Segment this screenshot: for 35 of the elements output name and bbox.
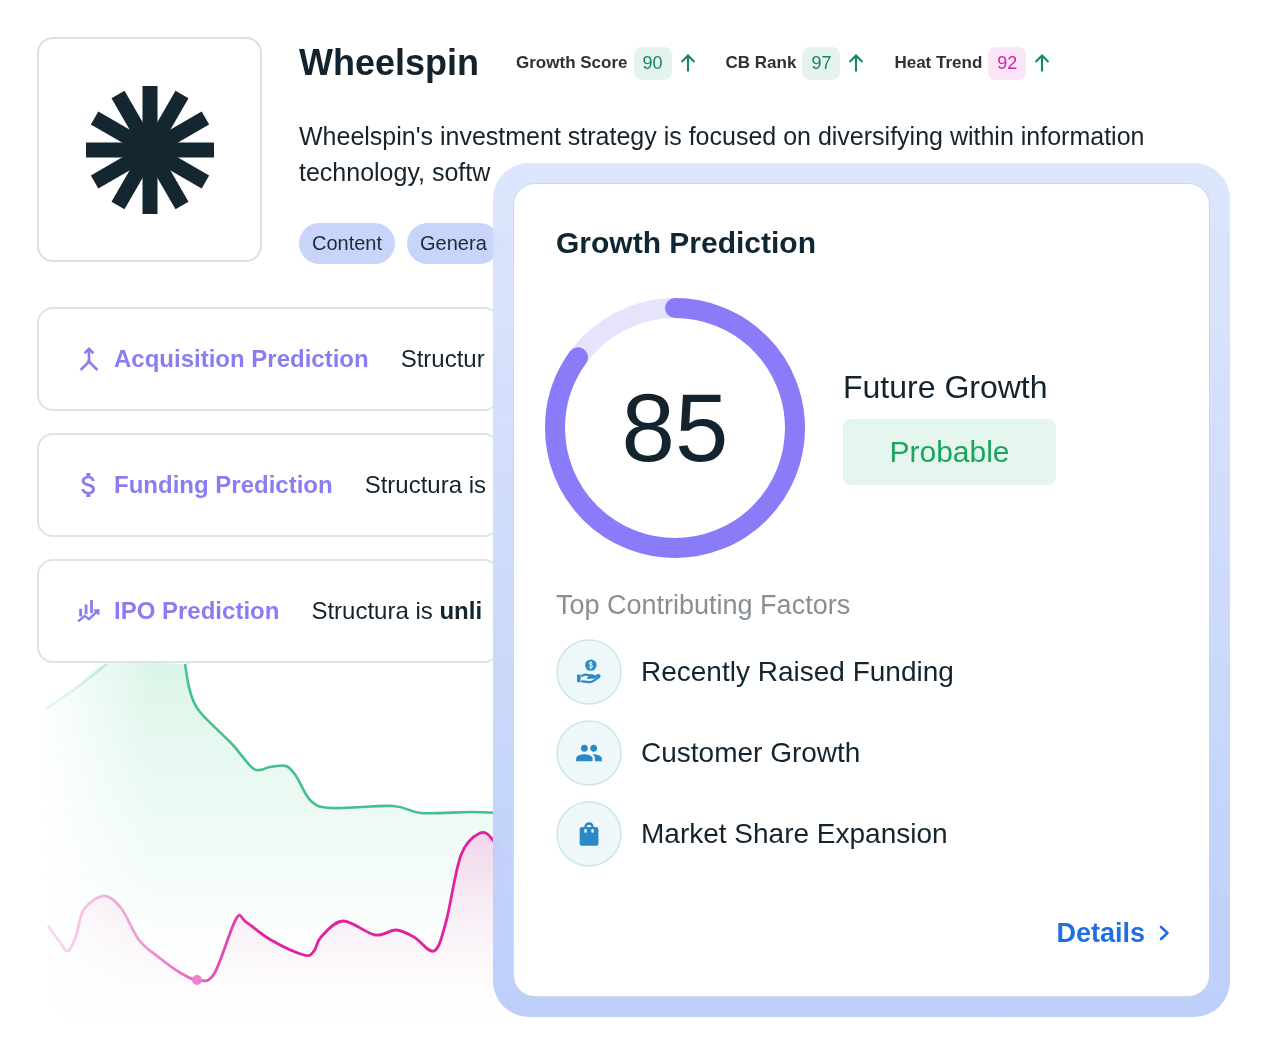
hand-coin-icon [556, 639, 622, 705]
arrow-up-icon [678, 53, 697, 73]
metric-label: Growth Score [516, 53, 628, 73]
company-name: Wheelspin [299, 41, 480, 85]
outlook-badge: Probable [843, 419, 1056, 485]
metric-label: CB Rank [725, 53, 797, 73]
score-badge: 97 [802, 46, 841, 80]
metric-label: Heat Trend [894, 53, 983, 73]
factor-label: Market Share Expansion [641, 818, 948, 850]
arrow-up-icon [847, 53, 866, 73]
prediction-title: IPO Prediction [114, 597, 280, 625]
prediction-summary: Structura is unli [311, 597, 483, 625]
score-value: 85 [621, 380, 729, 476]
score-badge: 92 [988, 46, 1027, 80]
shopping-bag-icon [556, 801, 622, 867]
score-badge: 90 [633, 46, 672, 80]
point-marker-icon [192, 975, 202, 985]
people-icon [556, 720, 622, 786]
chevron-right-icon [1157, 923, 1171, 943]
factor-label: Customer Growth [641, 737, 861, 769]
bar-chart-trend-icon [77, 599, 101, 623]
factors-heading: Top Contributing Factors [556, 589, 851, 621]
company-description: Wheelspin's investment strategy is focused on diversifying within information technology, softw [299, 121, 1146, 188]
arrow-up-icon [1033, 53, 1052, 73]
details-link[interactable]: Details [1056, 917, 1171, 949]
starburst-logo-icon [85, 85, 214, 214]
merge-arrow-icon [77, 347, 101, 371]
prediction-title: Funding Prediction [114, 471, 333, 499]
outlook-label: Future Growth [843, 369, 1048, 405]
category-tag: Content [299, 223, 396, 264]
prediction-summary: Structur [400, 345, 485, 373]
prediction-title: Acquisition Prediction [114, 345, 369, 373]
factor-label: Recently Raised Funding [641, 656, 954, 688]
panel-title: Growth Prediction [556, 227, 816, 259]
prediction-summary: Structura is [364, 471, 487, 499]
